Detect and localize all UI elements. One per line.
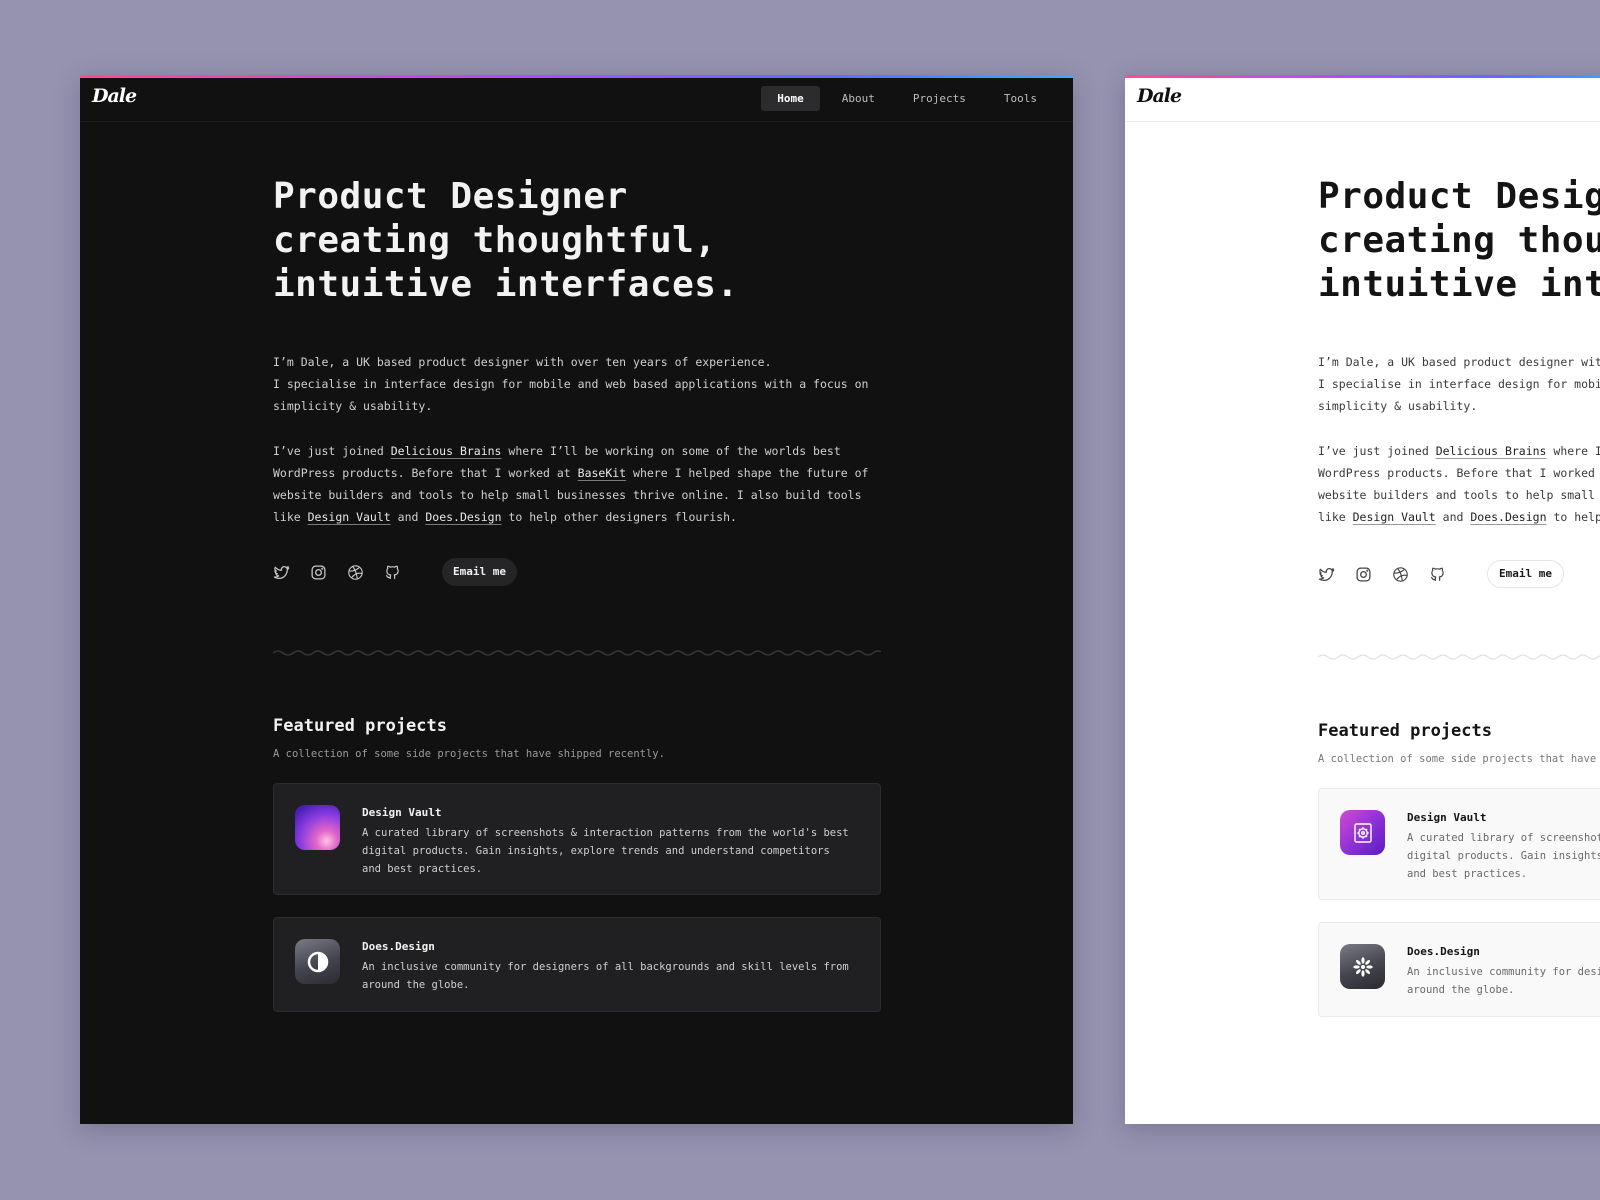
bio-text: I’ve just joined [1318,444,1436,458]
nav-home[interactable]: Home [761,86,820,111]
project-title: Design Vault [362,806,442,819]
headline-line: creating thoughtful, [1318,220,1600,261]
project-card-design-vault[interactable]: Design Vault A curated library of screen… [1318,788,1600,900]
vault-wheel-icon [1353,822,1372,843]
twitter-icon[interactable] [273,564,290,581]
dark-theme-preview: Dale Home About Projects Tools Product D… [80,75,1073,1124]
social-links: Email me [273,558,517,586]
project-title: Does.Design [1407,945,1480,958]
project-title: Does.Design [362,940,435,953]
bio-work: I’ve just joined Delicious Brains where … [1318,440,1600,528]
nav-about[interactable]: About [826,86,891,111]
headline-line: Product Designer [1318,176,1600,217]
wavy-divider [273,650,881,656]
dribbble-icon[interactable] [1392,566,1409,583]
bio-text: to help other designers flourish. [1553,510,1600,524]
bio-text: and [1435,510,1471,524]
navbar: Dale Home About Projects Tools [80,78,1073,122]
design-vault-app-icon [295,805,340,850]
link-does-design[interactable]: Does.Design [425,510,501,524]
link-design-vault[interactable]: Design Vault [308,510,391,524]
project-card-does-design[interactable]: Does.Design An inclusive community for d… [1318,922,1600,1017]
project-description: An inclusive community for designers of … [362,961,849,991]
instagram-icon[interactable] [310,564,327,581]
headline-line: Product Designer [273,176,628,217]
bio-text: and [390,510,426,524]
headline-line: creating thoughtful, [273,220,717,261]
bio-line: I specialise in interface design for mob… [1318,377,1600,413]
featured-projects-subtitle: A collection of some side projects that … [1318,753,1600,765]
featured-projects-title: Featured projects [1318,721,1492,741]
featured-projects-subtitle: A collection of some side projects that … [273,748,665,760]
light-theme-preview: Dale Product Designer creating thoughtfu… [1125,75,1600,1124]
bio-intro: I’m Dale, a UK based product designer wi… [1318,351,1600,417]
headline-line: intuitive interfaces. [273,264,739,305]
design-vault-app-icon [1340,810,1385,855]
hero-headline: Product Designer creating thoughtful, in… [273,175,873,307]
link-does-design[interactable]: Does.Design [1470,510,1546,524]
bio-text: to help other designers flourish. [501,510,737,524]
link-basekit[interactable]: BaseKit [578,466,626,480]
project-description: A curated library of screenshots & inter… [1407,832,1600,880]
logo[interactable]: Dale [1137,85,1182,107]
hero-headline: Product Designer creating thoughtful, in… [1318,175,1600,307]
main-nav: Home About Projects Tools [761,86,1053,111]
project-card-does-design[interactable]: Does.Design An inclusive community for d… [273,917,881,1012]
does-design-app-icon [1340,944,1385,989]
wavy-divider [1318,654,1600,660]
headline-line: intuitive interfaces. [1318,264,1600,305]
dribbble-icon[interactable] [347,564,364,581]
nav-tools[interactable]: Tools [988,86,1053,111]
link-delicious-brains[interactable]: Delicious Brains [1436,444,1547,458]
email-me-button[interactable]: Email me [442,558,517,586]
project-description: A curated library of screenshots & inter… [362,827,849,875]
link-design-vault[interactable]: Design Vault [1353,510,1436,524]
email-me-button[interactable]: Email me [1487,560,1564,588]
does-design-app-icon [295,939,340,984]
bio-work: I’ve just joined Delicious Brains where … [273,440,873,528]
bio-line: I’m Dale, a UK based product designer wi… [1318,355,1600,369]
bio-intro: I’m Dale, a UK based product designer wi… [273,351,873,417]
twitter-icon[interactable] [1318,566,1335,583]
featured-projects-title: Featured projects [273,716,447,736]
bio-line: I’m Dale, a UK based product designer wi… [273,355,772,369]
project-title: Design Vault [1407,811,1487,824]
github-icon[interactable] [1429,566,1446,583]
instagram-icon[interactable] [1355,566,1372,583]
nav-projects[interactable]: Projects [897,86,982,111]
social-links: Email me [1318,560,1564,588]
logo[interactable]: Dale [92,85,137,107]
link-delicious-brains[interactable]: Delicious Brains [391,444,502,458]
bio-text: I’ve just joined [273,444,391,458]
asterisk-flower-icon [1352,956,1373,977]
project-card-design-vault[interactable]: Design Vault A curated library of screen… [273,783,881,895]
project-description: An inclusive community for designers of … [1407,966,1600,996]
half-circle-icon [307,951,328,972]
github-icon[interactable] [384,564,401,581]
navbar: Dale [1125,78,1600,122]
bio-line: I specialise in interface design for mob… [273,377,869,413]
